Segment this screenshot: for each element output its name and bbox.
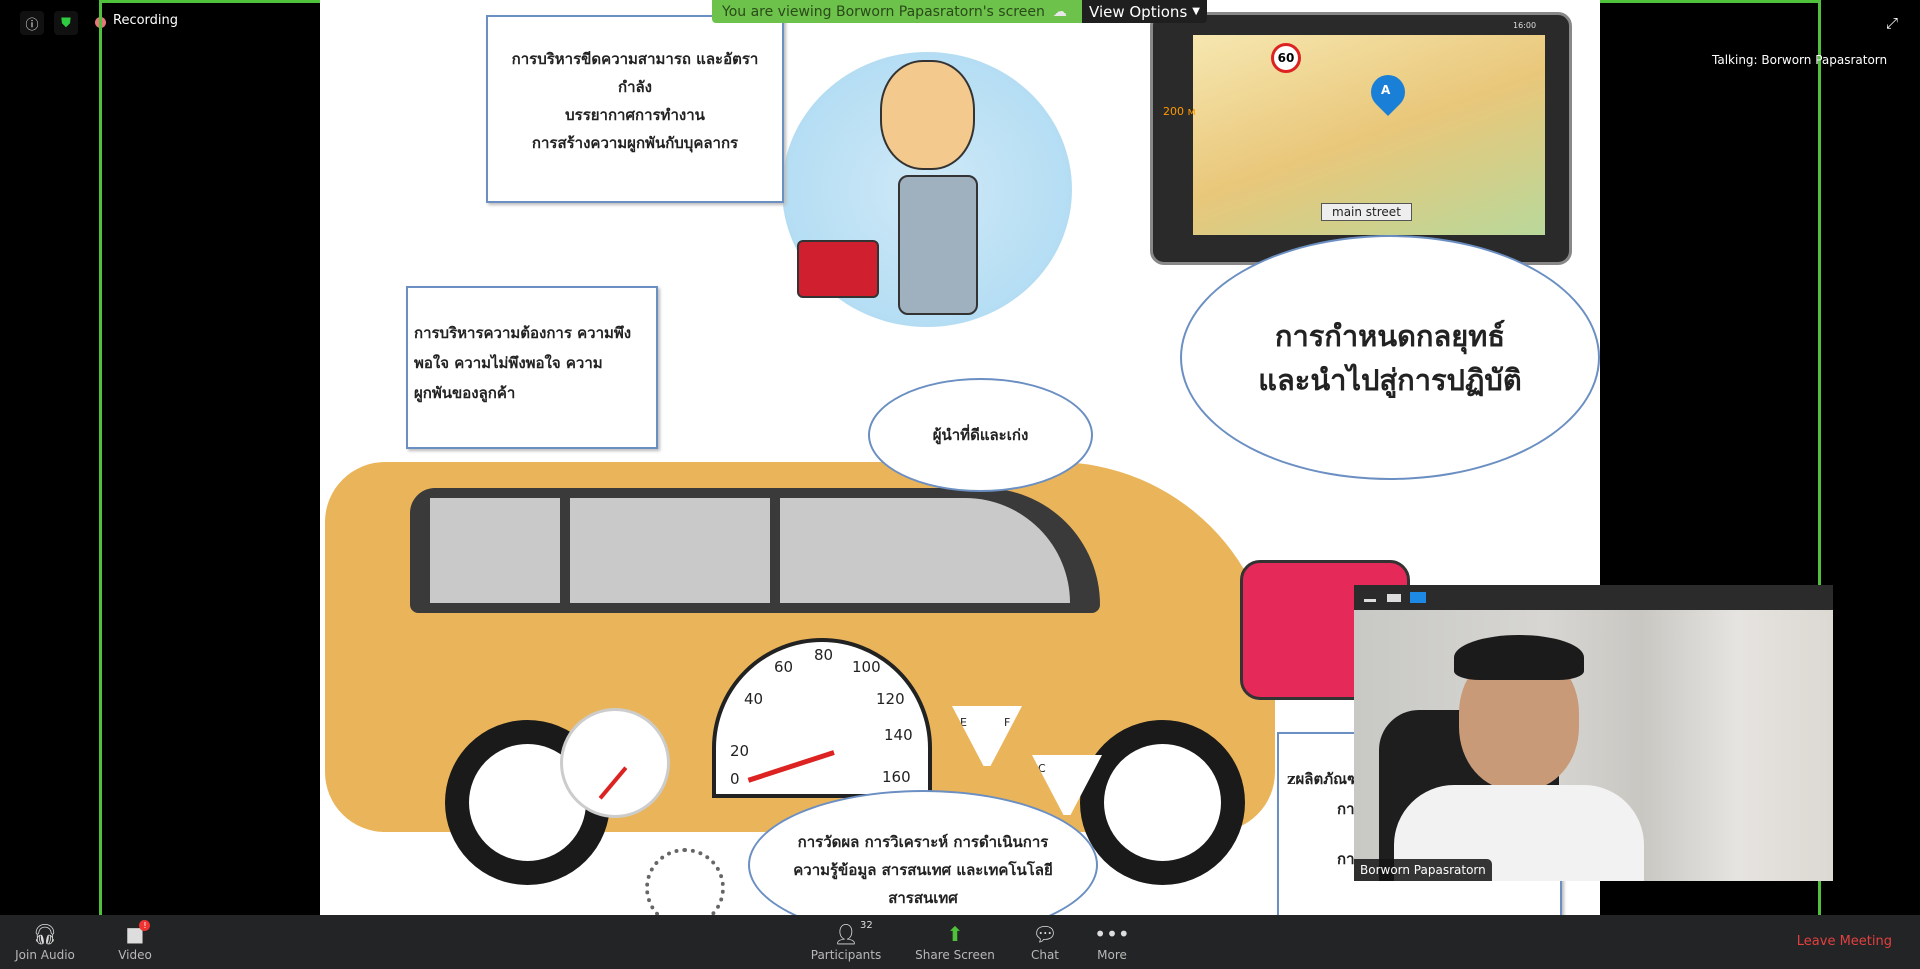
participants-label: Participants [810, 948, 882, 962]
text-line: กำลัง [617, 78, 653, 96]
tick: 140 [884, 726, 913, 744]
car-window [570, 498, 770, 603]
chat-icon: 💬︎ [1032, 922, 1058, 946]
tick: 160 [882, 768, 911, 786]
mechanic-body [898, 175, 978, 315]
strategy-bubble: การกำหนดกลยุทธ์และนำไปสู่การปฏิบัติ [1180, 235, 1600, 480]
minimize-icon[interactable] [1364, 599, 1376, 602]
chat-button[interactable]: 💬︎ Chat [1020, 915, 1070, 969]
info-icon[interactable]: ⓘ [20, 11, 44, 35]
cloud-icon: ☁ [1052, 3, 1067, 20]
person-hair [1454, 635, 1584, 680]
car-window [430, 498, 560, 603]
text-line: ผูกพันของลูกค้า [414, 384, 516, 402]
viewing-banner: You are viewing Borworn Papasratorn's sc… [712, 0, 1082, 23]
text-line: การกำหนดกลยุทธ์ [1274, 318, 1506, 353]
text-line: การบริหารขีดความสามารถ และอัตรา [511, 50, 759, 68]
banner-text: You are viewing Borworn Papasratorn's sc… [722, 3, 1045, 20]
toolbox [797, 240, 879, 298]
tachometer [560, 708, 670, 818]
text-line: การบริหารความต้องการ ความพึง [414, 324, 632, 342]
marker-label: A [1381, 83, 1391, 97]
tach-needle [598, 766, 628, 800]
text-line: สารสนเทศ [888, 889, 958, 907]
participants-count: 32 [859, 920, 873, 931]
share-screen-icon: ⬆ [946, 922, 964, 946]
view-options-label: View Options [1089, 2, 1188, 21]
participant-video [1354, 610, 1833, 881]
hr-textbox: การบริหารขีดความสามารถ และอัตรา กำลัง บร… [486, 15, 784, 203]
share-border-left [99, 0, 102, 915]
tick: 40 [744, 690, 764, 708]
leader-bubble: ผู้นำที่ดีและเก่ง [868, 378, 1093, 492]
tick: 60 [774, 658, 794, 676]
video-panel[interactable]: Borworn Papasratorn [1354, 585, 1833, 881]
cycle-diagram [645, 848, 725, 915]
more-label: More [1097, 948, 1127, 962]
more-icon: ••• [1094, 922, 1130, 946]
leave-meeting-button[interactable]: Leave Meeting [1797, 934, 1892, 949]
speed-needle [747, 750, 835, 783]
street-label: main street [1321, 203, 1412, 221]
chat-label: Chat [1030, 948, 1060, 962]
share-screen-button[interactable]: ⬆ Share Screen [915, 915, 995, 969]
join-audio-button[interactable]: 🎧︎ Join Audio [10, 915, 80, 969]
join-audio-label: Join Audio [15, 948, 75, 962]
text-line: บรรยากาศการทำงาน [565, 106, 705, 124]
tick: 100 [852, 658, 881, 676]
text-line: พอใจ ความไม่พึงพอใจ ความ [414, 354, 603, 372]
gps-device: 60 200 м A main street 16:00 [1150, 12, 1572, 265]
video-camera-icon: ■! [126, 920, 151, 948]
speed-limit-sign: 60 [1271, 43, 1301, 73]
video-badge: ! [139, 920, 151, 931]
participants-icon: 👤︎ 32 [833, 920, 873, 946]
fullscreen-icon[interactable]: ⤢ [1886, 14, 1898, 32]
tick: 20 [730, 742, 750, 760]
text-line: และนำไปสู่การปฏิบัติ [1258, 362, 1522, 397]
car-windows [410, 488, 1100, 613]
tick: 120 [876, 690, 905, 708]
meeting-toolbar: 🎧︎ Join Audio ■! Video 👤︎ 32 Participants ⬆ S… [0, 915, 1920, 969]
gps-distance: 200 м [1163, 105, 1196, 118]
tick: 80 [814, 646, 834, 664]
video-button[interactable]: ■! Video [100, 915, 170, 969]
recording-label: Recording [113, 13, 179, 28]
participants-button[interactable]: 👤︎ 32 Participants [806, 915, 886, 969]
chevron-down-icon: ▼ [1192, 6, 1200, 17]
text-line: ความรู้ข้อมูล สารสนเทศ และเทคโนโลยี [793, 861, 1053, 879]
participant-name: Borworn Papasratorn [1354, 859, 1492, 881]
mechanic-head [880, 60, 975, 170]
fuel-f: F [1004, 716, 1011, 729]
headphones-icon: 🎧︎ [32, 922, 58, 946]
text-line: การวัดผล การวิเคราะห์ การดำเนินการ [797, 833, 1049, 851]
car-window [780, 498, 1070, 603]
shield-check-icon[interactable]: ⛊ [54, 11, 78, 35]
gallery-view-icon[interactable] [1410, 592, 1426, 603]
restore-icon[interactable] [1387, 594, 1401, 602]
text-line: การสร้างความผูกพันกับบุคลากร [531, 134, 739, 152]
video-label: Video [118, 948, 152, 962]
talking-indicator: Talking: Borworn Papasratorn [1712, 53, 1888, 67]
share-screen-label: Share Screen [915, 948, 995, 962]
more-button[interactable]: ••• More [1087, 915, 1137, 969]
gps-map: 60 200 м A main street 16:00 [1163, 21, 1545, 235]
view-options-button[interactable]: View Options ▼ [1082, 0, 1207, 23]
customer-textbox: การบริหารความต้องการ ความพึง พอใจ ความไม… [406, 286, 658, 449]
gps-time: 16:00 [1513, 21, 1537, 30]
tick: 0 [730, 770, 740, 788]
car-wheel-front [1080, 720, 1245, 885]
